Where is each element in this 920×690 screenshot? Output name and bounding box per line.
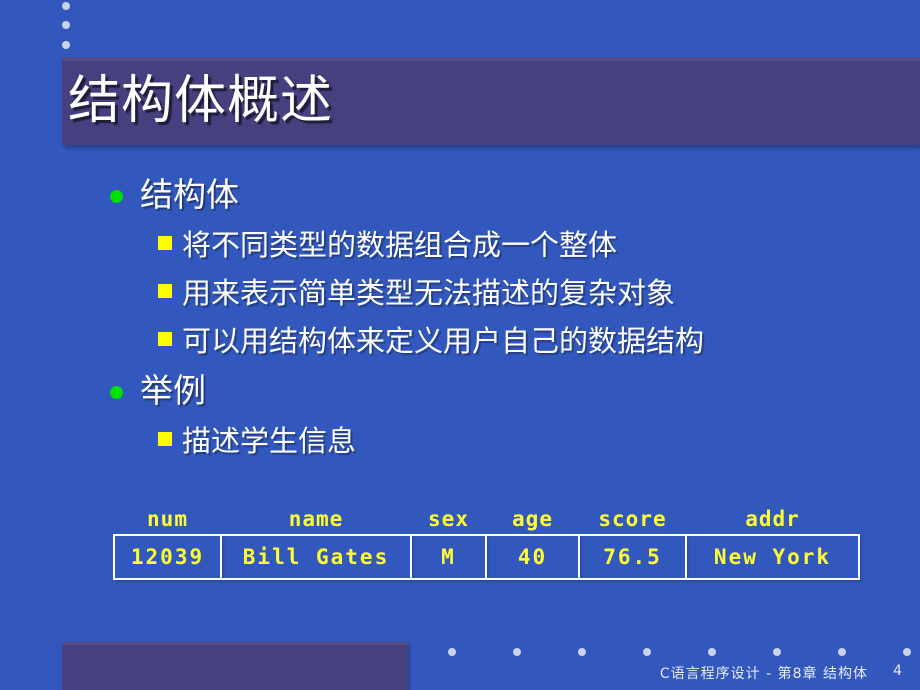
footer-dot-icon	[838, 648, 846, 656]
bullet-level1-label: 结构体	[140, 175, 239, 214]
table-header-cell: num	[147, 507, 188, 531]
bullet-square-icon	[158, 284, 172, 298]
bullet-level2-label: 可以用结构体来定义用户自己的数据结构	[182, 324, 705, 358]
bullet-square-icon	[158, 432, 172, 446]
footer-dot-icon	[773, 648, 781, 656]
bullet-level2: 用来表示简单类型无法描述的复杂对象	[0, 270, 920, 318]
table-cell: 12039	[113, 534, 222, 580]
bullet-level1-label: 举例	[140, 371, 206, 410]
content-body: 结构体 将不同类型的数据组合成一个整体 用来表示简单类型无法描述的复杂对象 可以…	[0, 170, 920, 466]
decor-dot-icon	[62, 2, 70, 10]
page-number: 4	[893, 663, 902, 679]
footer-dot-icon	[903, 648, 911, 656]
footer-dot-icon	[643, 648, 651, 656]
table-cell: Bill Gates	[220, 534, 412, 580]
table-header-cell: age	[512, 507, 553, 531]
bullet-square-icon	[158, 332, 172, 346]
bullet-level2: 可以用结构体来定义用户自己的数据结构	[0, 318, 920, 366]
table-header-row: num name sex age score addr	[114, 504, 859, 535]
slide-canvas: 结构体概述 结构体 将不同类型的数据组合成一个整体 用来表示简单类型无法描述的复…	[0, 0, 920, 690]
bullet-circle-icon	[110, 386, 123, 399]
bullet-level1: 结构体	[0, 170, 920, 222]
table-row: 12039 Bill Gates M 40 76.5 New York	[113, 534, 860, 580]
footer-dot-icon	[448, 648, 456, 656]
footer-block-sheen	[62, 642, 408, 645]
bullet-level2: 描述学生信息	[0, 418, 920, 466]
bullet-level1: 举例	[0, 366, 920, 418]
decor-dot-icon	[62, 21, 70, 29]
table-cell: 40	[485, 534, 580, 580]
bullet-level2-label: 将不同类型的数据组合成一个整体	[182, 228, 618, 262]
table-header-cell: sex	[428, 507, 469, 531]
decor-dot-icon	[62, 41, 70, 49]
table-cell: New York	[685, 534, 860, 580]
footer-accent-block	[62, 642, 408, 690]
bullet-level2: 将不同类型的数据组合成一个整体	[0, 222, 920, 270]
table-header-cell: addr	[745, 507, 800, 531]
bullet-square-icon	[158, 236, 172, 250]
table-cell: 76.5	[578, 534, 687, 580]
table-header-cell: name	[288, 507, 344, 531]
bullet-level2-label: 用来表示简单类型无法描述的复杂对象	[182, 276, 676, 310]
table-cell: M	[410, 534, 487, 580]
bullet-level2-label: 描述学生信息	[182, 424, 357, 458]
student-record-table: num name sex age score addr 12039 Bill G…	[113, 504, 860, 580]
footer-caption: C语言程序设计 - 第8章 结构体	[659, 666, 868, 682]
record-table-element: num name sex age score addr 12039 Bill G…	[113, 504, 860, 580]
bullet-circle-icon	[110, 190, 123, 203]
table-header-cell: score	[598, 507, 667, 531]
footer-dot-icon	[708, 648, 716, 656]
page-title: 结构体概述	[68, 71, 334, 131]
footer-dot-icon	[513, 648, 521, 656]
footer-dot-icon	[578, 648, 586, 656]
footer-dot-row	[440, 648, 920, 660]
